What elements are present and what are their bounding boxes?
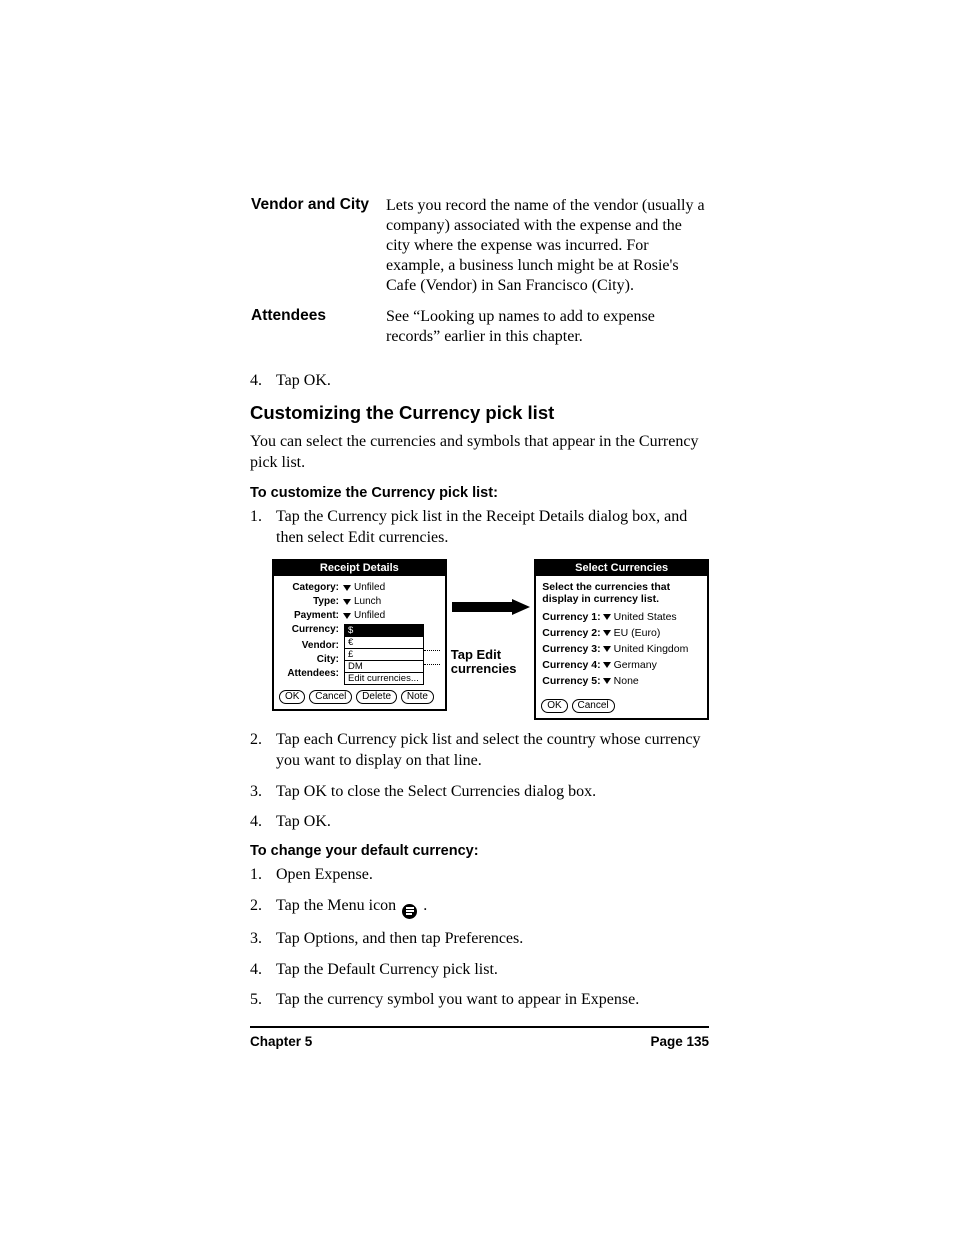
receipt-details-box: Receipt Details Category: Unfiled Type: … (272, 559, 447, 711)
label-type: Type: (279, 596, 341, 608)
select-title: Select Currencies (536, 561, 707, 576)
value-type: Lunch (354, 596, 381, 608)
def-term-attendees: Attendees (250, 306, 385, 357)
select-currencies-box: Select Currencies Select the currencies … (534, 559, 709, 720)
dropdown-icon (343, 613, 351, 619)
section-intro: You can select the currencies and symbol… (250, 432, 709, 474)
label-city: City: (279, 654, 341, 666)
def-desc-vendor-city: Lets you record the name of the vendor (… (385, 195, 709, 306)
receipt-buttons: OK Cancel Delete Note (274, 688, 445, 709)
proc2-title: To change your default currency: (250, 843, 709, 859)
label-currency: Currency: (279, 624, 341, 636)
proc1-title: To customize the Currency pick list: (250, 485, 709, 501)
proc1-step-2: 2. Tap each Currency pick list and selec… (250, 730, 709, 772)
dropdown-icon (603, 630, 611, 636)
dropdown-icon (603, 678, 611, 684)
proc2-step-2: 2. Tap the Menu icon . (250, 896, 709, 919)
proc1-step-1: 1. Tap the Currency pick list in the Rec… (250, 507, 709, 549)
dropdown-icon (603, 646, 611, 652)
proc1-step-4: 4. Tap OK. (250, 812, 709, 833)
pre-step-4: 4. Tap OK. (250, 371, 709, 392)
footer-page: Page 135 (650, 1034, 709, 1049)
value-payment: Unfiled (354, 610, 385, 622)
section-heading: Customizing the Currency pick list (250, 402, 709, 424)
callout-tap-edit: Tap Edit currencies (451, 648, 531, 676)
label-vendor: Vendor: (279, 640, 341, 652)
label-category: Category: (279, 582, 341, 594)
dropdown-icon (603, 614, 611, 620)
select-buttons: OK Cancel (536, 697, 707, 718)
label-payment: Payment: (279, 610, 341, 622)
figure-row: Receipt Details Category: Unfiled Type: … (272, 559, 709, 720)
label-attendees: Attendees: (279, 668, 341, 680)
footer-chapter: Chapter 5 (250, 1034, 312, 1049)
def-term-vendor-city: Vendor and City (250, 195, 385, 306)
dropdown-icon (603, 662, 611, 668)
currency-picklist: $ € £ DM Edit currencies... (344, 624, 424, 685)
dropdown-icon (343, 585, 351, 591)
definition-table: Vendor and City Lets you record the name… (250, 195, 709, 357)
def-desc-attendees: See “Looking up names to add to expense … (385, 306, 709, 357)
proc2-step-1: 1. Open Expense. (250, 865, 709, 886)
receipt-title: Receipt Details (274, 561, 445, 576)
value-category: Unfiled (354, 582, 385, 594)
page-footer: Chapter 5 Page 135 (250, 1026, 709, 1049)
menu-icon (402, 904, 417, 919)
dropdown-icon (343, 599, 351, 605)
arrow-icon (452, 599, 530, 615)
proc2-step-5: 5. Tap the currency symbol you want to a… (250, 990, 709, 1011)
select-intro: Select the currencies that display in cu… (542, 581, 701, 605)
proc2-step-4: 4. Tap the Default Currency pick list. (250, 960, 709, 981)
proc2-step-3: 3. Tap Options, and then tap Preferences… (250, 929, 709, 950)
proc1-step-3: 3. Tap OK to close the Select Currencies… (250, 782, 709, 803)
